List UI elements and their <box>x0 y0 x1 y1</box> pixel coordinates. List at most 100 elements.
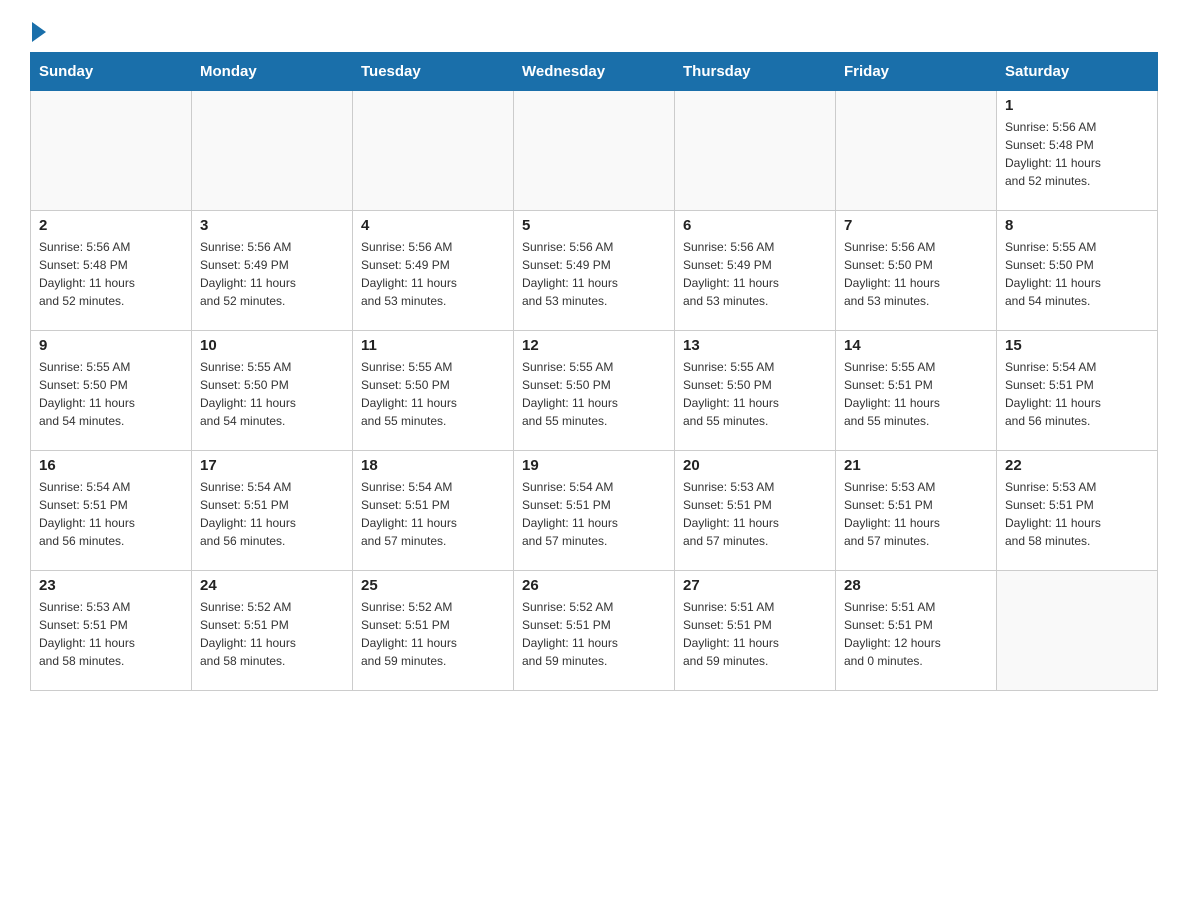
day-info: Sunrise: 5:56 AMSunset: 5:49 PMDaylight:… <box>200 238 344 310</box>
calendar-cell: 23 Sunrise: 5:53 AMSunset: 5:51 PMDayligh… <box>31 571 192 691</box>
day-number: 11 <box>361 337 505 354</box>
day-info: Sunrise: 5:53 AMSunset: 5:51 PMDaylight:… <box>844 478 988 550</box>
calendar-cell: 19 Sunrise: 5:54 AMSunset: 5:51 PMDayligh… <box>514 451 675 571</box>
calendar-cell <box>192 91 353 211</box>
day-number: 27 <box>683 577 827 594</box>
calendar-cell <box>836 91 997 211</box>
day-info: Sunrise: 5:54 AMSunset: 5:51 PMDaylight:… <box>361 478 505 550</box>
calendar-cell: 11Sunrise: 5:55 AMSunset: 5:50 PMDayligh… <box>353 331 514 451</box>
weekday-saturday: Saturday <box>997 53 1158 91</box>
calendar-week-row: 1 Sunrise: 5:56 AMSunset: 5:48 PMDaylight… <box>31 91 1158 211</box>
day-number: 20 <box>683 457 827 474</box>
day-info: Sunrise: 5:53 AMSunset: 5:51 PMDaylight:… <box>1005 478 1149 550</box>
day-info: Sunrise: 5:54 AMSunset: 5:51 PMDaylight:… <box>522 478 666 550</box>
calendar-cell <box>514 91 675 211</box>
calendar-cell: 18 Sunrise: 5:54 AMSunset: 5:51 PMDayligh… <box>353 451 514 571</box>
day-number: 25 <box>361 577 505 594</box>
day-info: Sunrise: 5:51 AMSunset: 5:51 PMDaylight:… <box>844 598 988 670</box>
day-info: Sunrise: 5:55 AMSunset: 5:51 PMDaylight:… <box>844 358 988 430</box>
day-info: Sunrise: 5:56 AMSunset: 5:48 PMDaylight:… <box>39 238 183 310</box>
calendar-week-row: 16 Sunrise: 5:54 AMSunset: 5:51 PMDayligh… <box>31 451 1158 571</box>
day-number: 14 <box>844 337 988 354</box>
day-number: 22 <box>1005 457 1149 474</box>
day-number: 10 <box>200 337 344 354</box>
calendar-cell: 26 Sunrise: 5:52 AMSunset: 5:51 PMDayligh… <box>514 571 675 691</box>
day-info: Sunrise: 5:54 AMSunset: 5:51 PMDaylight:… <box>39 478 183 550</box>
calendar-cell <box>31 91 192 211</box>
calendar-cell: 9 Sunrise: 5:55 AMSunset: 5:50 PMDaylight… <box>31 331 192 451</box>
calendar-header: SundayMondayTuesdayWednesdayThursdayFrid… <box>31 53 1158 91</box>
weekday-sunday: Sunday <box>31 53 192 91</box>
calendar-week-row: 23 Sunrise: 5:53 AMSunset: 5:51 PMDayligh… <box>31 571 1158 691</box>
day-info: Sunrise: 5:55 AMSunset: 5:50 PMDaylight:… <box>200 358 344 430</box>
day-number: 7 <box>844 217 988 234</box>
weekday-friday: Friday <box>836 53 997 91</box>
weekday-header-row: SundayMondayTuesdayWednesdayThursdayFrid… <box>31 53 1158 91</box>
calendar-cell: 2 Sunrise: 5:56 AMSunset: 5:48 PMDaylight… <box>31 211 192 331</box>
page-header <box>30 20 1158 42</box>
day-info: Sunrise: 5:54 AMSunset: 5:51 PMDaylight:… <box>1005 358 1149 430</box>
day-number: 8 <box>1005 217 1149 234</box>
calendar-body: 1 Sunrise: 5:56 AMSunset: 5:48 PMDaylight… <box>31 91 1158 691</box>
calendar-cell: 20 Sunrise: 5:53 AMSunset: 5:51 PMDayligh… <box>675 451 836 571</box>
calendar-cell: 12Sunrise: 5:55 AMSunset: 5:50 PMDayligh… <box>514 331 675 451</box>
day-number: 2 <box>39 217 183 234</box>
calendar-cell: 17Sunrise: 5:54 AMSunset: 5:51 PMDayligh… <box>192 451 353 571</box>
day-number: 23 <box>39 577 183 594</box>
calendar-cell: 10 Sunrise: 5:55 AMSunset: 5:50 PMDayligh… <box>192 331 353 451</box>
calendar-cell: 28 Sunrise: 5:51 AMSunset: 5:51 PMDayligh… <box>836 571 997 691</box>
day-info: Sunrise: 5:56 AMSunset: 5:48 PMDaylight:… <box>1005 118 1149 190</box>
day-info: Sunrise: 5:51 AMSunset: 5:51 PMDaylight:… <box>683 598 827 670</box>
day-number: 5 <box>522 217 666 234</box>
calendar-cell <box>997 571 1158 691</box>
calendar-cell <box>353 91 514 211</box>
day-number: 15 <box>1005 337 1149 354</box>
calendar-week-row: 2 Sunrise: 5:56 AMSunset: 5:48 PMDaylight… <box>31 211 1158 331</box>
day-info: Sunrise: 5:55 AMSunset: 5:50 PMDaylight:… <box>522 358 666 430</box>
day-info: Sunrise: 5:56 AMSunset: 5:49 PMDaylight:… <box>683 238 827 310</box>
day-info: Sunrise: 5:55 AMSunset: 5:50 PMDaylight:… <box>683 358 827 430</box>
calendar-cell: 21 Sunrise: 5:53 AMSunset: 5:51 PMDayligh… <box>836 451 997 571</box>
day-info: Sunrise: 5:53 AMSunset: 5:51 PMDaylight:… <box>39 598 183 670</box>
day-number: 28 <box>844 577 988 594</box>
day-info: Sunrise: 5:53 AMSunset: 5:51 PMDaylight:… <box>683 478 827 550</box>
calendar-table: SundayMondayTuesdayWednesdayThursdayFrid… <box>30 52 1158 691</box>
calendar-cell: 1 Sunrise: 5:56 AMSunset: 5:48 PMDaylight… <box>997 91 1158 211</box>
day-number: 4 <box>361 217 505 234</box>
day-number: 26 <box>522 577 666 594</box>
calendar-cell: 8 Sunrise: 5:55 AMSunset: 5:50 PMDaylight… <box>997 211 1158 331</box>
calendar-cell <box>675 91 836 211</box>
day-info: Sunrise: 5:56 AMSunset: 5:49 PMDaylight:… <box>361 238 505 310</box>
day-info: Sunrise: 5:52 AMSunset: 5:51 PMDaylight:… <box>200 598 344 670</box>
day-info: Sunrise: 5:56 AMSunset: 5:49 PMDaylight:… <box>522 238 666 310</box>
day-number: 16 <box>39 457 183 474</box>
day-number: 9 <box>39 337 183 354</box>
weekday-monday: Monday <box>192 53 353 91</box>
day-info: Sunrise: 5:55 AMSunset: 5:50 PMDaylight:… <box>39 358 183 430</box>
calendar-cell: 15 Sunrise: 5:54 AMSunset: 5:51 PMDayligh… <box>997 331 1158 451</box>
calendar-cell: 6 Sunrise: 5:56 AMSunset: 5:49 PMDaylight… <box>675 211 836 331</box>
day-number: 6 <box>683 217 827 234</box>
day-number: 19 <box>522 457 666 474</box>
day-info: Sunrise: 5:52 AMSunset: 5:51 PMDaylight:… <box>522 598 666 670</box>
day-number: 21 <box>844 457 988 474</box>
calendar-cell: 27 Sunrise: 5:51 AMSunset: 5:51 PMDayligh… <box>675 571 836 691</box>
day-number: 3 <box>200 217 344 234</box>
calendar-cell: 7Sunrise: 5:56 AMSunset: 5:50 PMDaylight… <box>836 211 997 331</box>
day-info: Sunrise: 5:54 AMSunset: 5:51 PMDaylight:… <box>200 478 344 550</box>
day-info: Sunrise: 5:52 AMSunset: 5:51 PMDaylight:… <box>361 598 505 670</box>
day-number: 24 <box>200 577 344 594</box>
calendar-cell: 24 Sunrise: 5:52 AMSunset: 5:51 PMDayligh… <box>192 571 353 691</box>
calendar-cell: 3 Sunrise: 5:56 AMSunset: 5:49 PMDaylight… <box>192 211 353 331</box>
calendar-cell: 5 Sunrise: 5:56 AMSunset: 5:49 PMDaylight… <box>514 211 675 331</box>
calendar-cell: 16 Sunrise: 5:54 AMSunset: 5:51 PMDayligh… <box>31 451 192 571</box>
day-number: 18 <box>361 457 505 474</box>
day-number: 1 <box>1005 97 1149 114</box>
logo-arrow-icon <box>30 20 46 42</box>
day-number: 13 <box>683 337 827 354</box>
calendar-cell: 25 Sunrise: 5:52 AMSunset: 5:51 PMDayligh… <box>353 571 514 691</box>
weekday-tuesday: Tuesday <box>353 53 514 91</box>
day-info: Sunrise: 5:55 AMSunset: 5:50 PMDaylight:… <box>1005 238 1149 310</box>
calendar-cell: 14 Sunrise: 5:55 AMSunset: 5:51 PMDayligh… <box>836 331 997 451</box>
calendar-cell: 22 Sunrise: 5:53 AMSunset: 5:51 PMDayligh… <box>997 451 1158 571</box>
